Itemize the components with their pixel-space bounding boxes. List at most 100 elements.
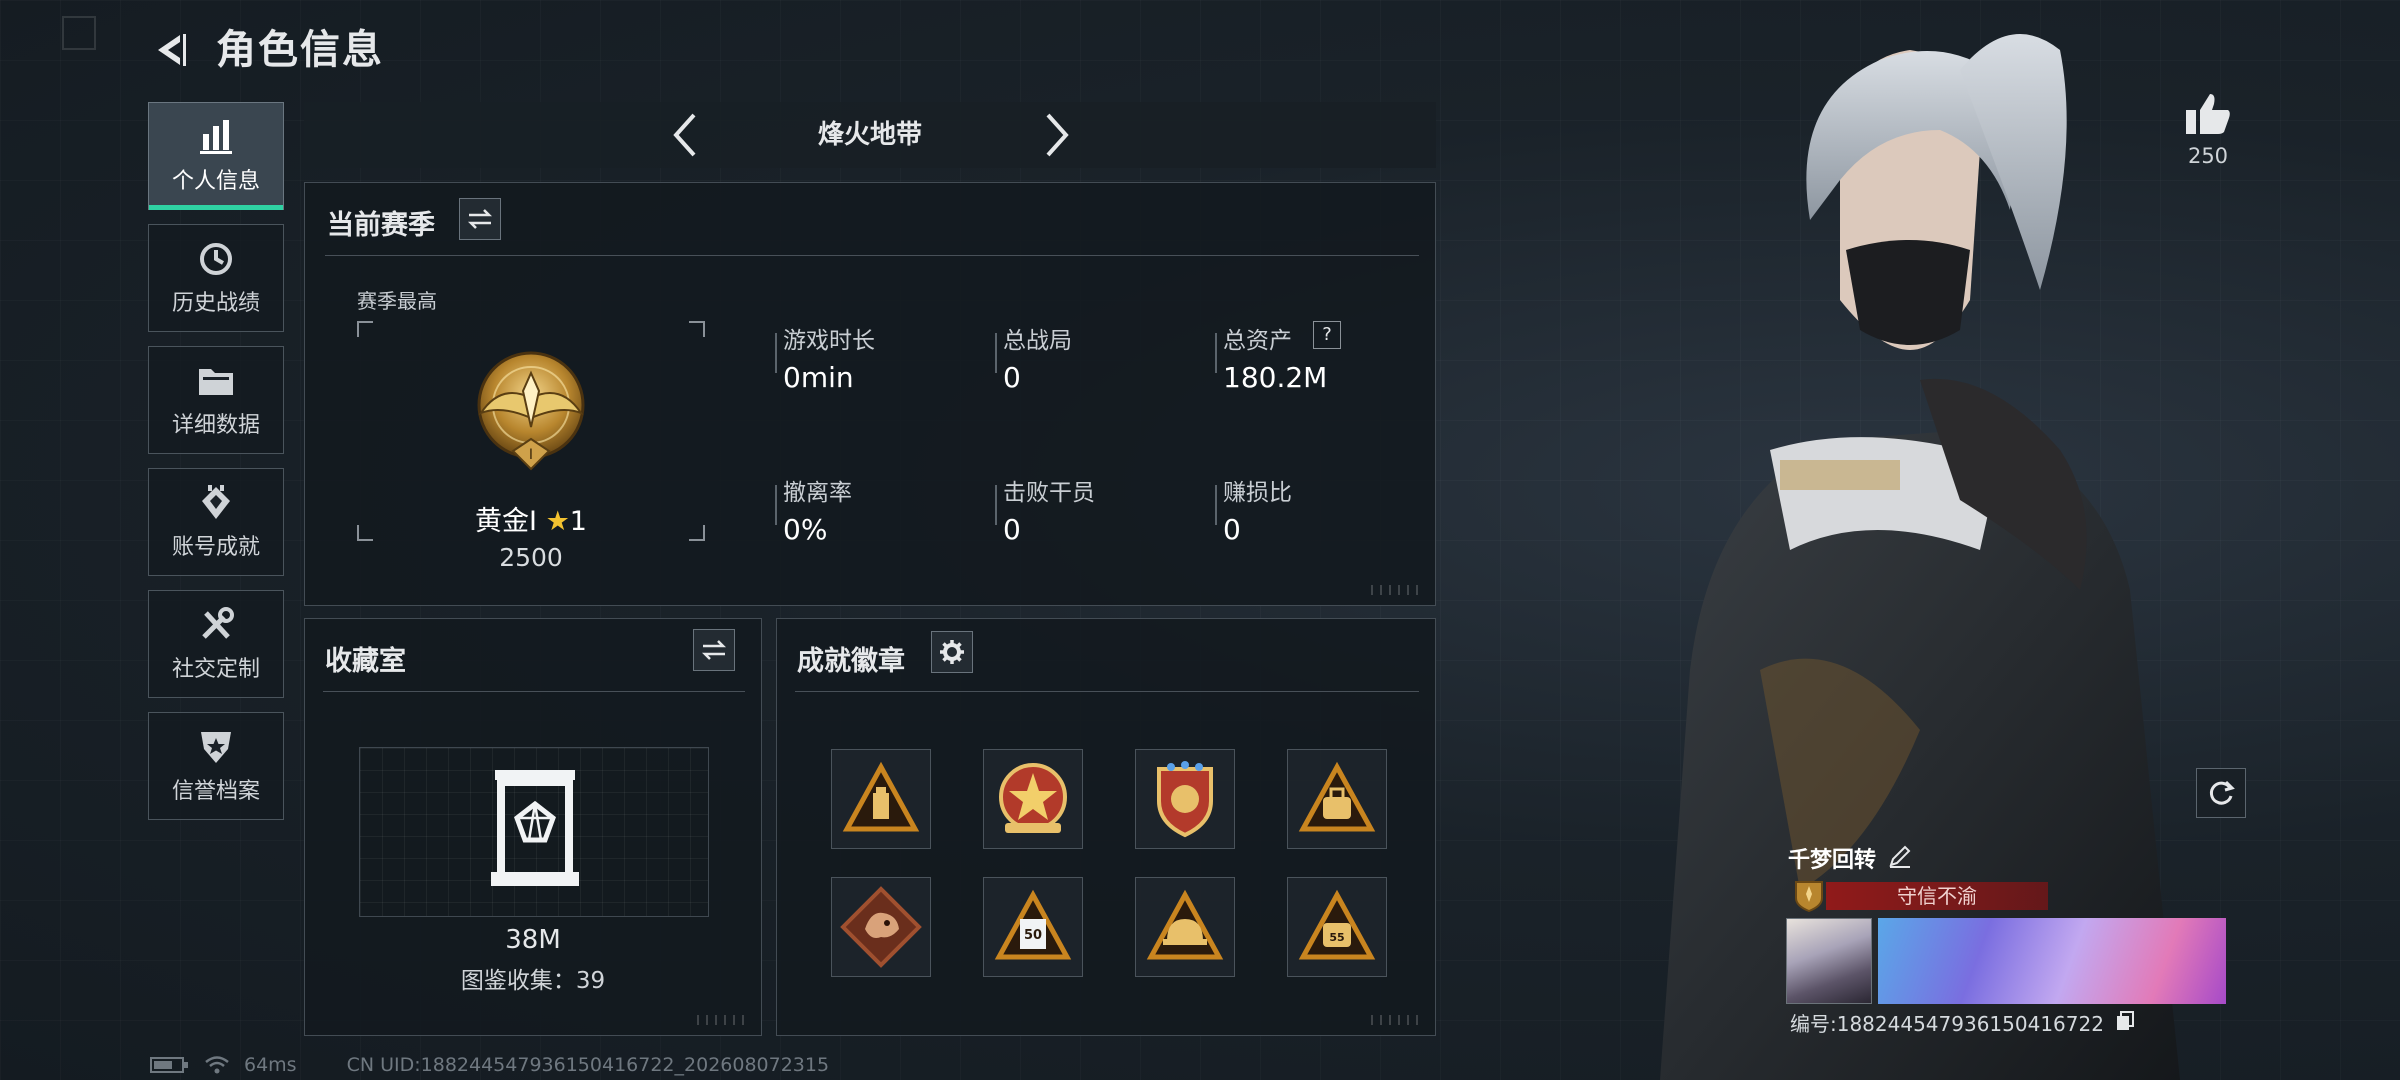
mode-name: 烽火地带 — [817, 120, 922, 150]
triangle-badge-icon — [842, 761, 920, 832]
stat-profit-ratio-value: 0 — [1223, 513, 1241, 546]
stat-kills-value: 0 — [1003, 513, 1021, 546]
swap-arrows-icon — [467, 209, 493, 229]
badge-slot[interactable] — [1135, 877, 1235, 977]
shield-badge-icon — [1157, 761, 1213, 838]
stat-extraction-rate-value: 0% — [783, 513, 828, 546]
sidebar-item-label: 详细数据 — [171, 413, 260, 438]
gold-rank-emblem-icon: I — [477, 351, 585, 471]
rank-frame: I 黄金I ★1 2500 — [357, 321, 705, 572]
triangle-helmet-badge-icon — [1146, 889, 1224, 960]
stat-bar — [995, 333, 997, 373]
badge-slot[interactable] — [831, 749, 931, 849]
collection-count: 图鉴收集：39 — [460, 968, 606, 994]
collection-title: 收藏室 — [325, 646, 406, 677]
mode-next-button[interactable] — [1030, 108, 1084, 162]
battery-icon — [150, 1057, 188, 1073]
sidebar-item-achievements[interactable]: 账号成就 — [148, 468, 284, 576]
collection-switch-button[interactable] — [693, 629, 735, 671]
star-emblem-badge-icon — [999, 763, 1067, 833]
badge-slot[interactable]: 50 — [983, 877, 1083, 977]
collection-panel: 收藏室 38M 图鉴收集：39 — [304, 618, 762, 1036]
triangle-bag-badge-icon — [1298, 761, 1376, 832]
like-button[interactable]: 250 — [2172, 92, 2244, 168]
tools-icon — [194, 605, 238, 645]
badge-slot[interactable] — [1287, 749, 1387, 849]
player-card-banner[interactable] — [1878, 918, 2226, 1004]
status-bar: 64ms CN UID:1882445479361504167​22_20260… — [150, 1052, 829, 1078]
stat-total-assets-value: 180.2M — [1223, 361, 1328, 394]
sidebar: 个人信息 历史战绩 详细数据 账号成就 社交定制 信誉档案 — [148, 102, 286, 834]
stat-profit-ratio-label: 赚损比 — [1223, 480, 1292, 506]
triangle-50-badge-icon: 50 — [994, 889, 1072, 960]
collection-value: 38M — [505, 925, 561, 955]
sidebar-item-label: 账号成就 — [171, 535, 260, 560]
stat-bar — [1215, 485, 1217, 525]
svg-text:50: 50 — [1024, 928, 1042, 943]
badge-slot[interactable] — [983, 749, 1083, 849]
refresh-icon — [2209, 780, 2235, 805]
back-button[interactable] — [140, 22, 200, 78]
back-arrow-icon — [158, 34, 186, 66]
stat-extraction-rate-label: 撤离率 — [783, 480, 852, 506]
assets-help-button[interactable]: ? — [1313, 321, 1341, 349]
rank-name: 黄金I — [475, 506, 537, 537]
sidebar-item-reputation[interactable]: 信誉档案 — [148, 712, 284, 820]
season-divider — [325, 255, 1419, 256]
rank-name-row: 黄金I ★1 — [357, 499, 705, 538]
rank-stars: 1 — [569, 506, 587, 537]
stat-kills-label: 击败干员 — [1003, 480, 1095, 506]
season-title: 当前赛季 — [327, 210, 435, 241]
badge-slot[interactable]: 55 — [1287, 877, 1387, 977]
player-uid: 编号:1882445479361504167​22 — [1790, 1012, 2104, 1036]
sidebar-item-label: 个人信息 — [171, 169, 260, 194]
svg-text:55: 55 — [1329, 931, 1344, 944]
corner-decoration — [62, 16, 96, 50]
dragon-diamond-badge-icon — [840, 886, 922, 968]
player-uid-row: 编号:1882445479361504167​22 — [1790, 1008, 2135, 1037]
player-name: 千梦回转 — [1788, 848, 1877, 873]
player-title-banner: 守信不渝 — [1826, 882, 2048, 910]
rotate-model-button[interactable] — [2196, 768, 2246, 818]
uid-footer: CN UID:1882445479361504167​22_2026080723… — [346, 1054, 830, 1076]
achievement-diamond-icon — [194, 483, 238, 523]
panel-deco — [697, 1015, 747, 1025]
sidebar-item-label: 社交定制 — [171, 657, 260, 682]
pencil-icon — [1889, 845, 1911, 868]
history-clock-icon — [194, 239, 238, 279]
gear-icon — [940, 640, 964, 664]
edit-name-button[interactable] — [1888, 844, 1912, 872]
collection-room-preview[interactable] — [359, 747, 709, 917]
rank-star-icon: ★ — [545, 506, 570, 537]
wifi-icon — [205, 1056, 229, 1074]
player-avatar[interactable] — [1786, 918, 1872, 1004]
badge-slot[interactable] — [831, 877, 931, 977]
badge-title: 成就徽章 — [797, 646, 905, 677]
copy-uid-button[interactable] — [2116, 1011, 2135, 1036]
player-name-row: 千梦回转 — [1788, 840, 1912, 876]
stat-bar — [775, 485, 777, 525]
stat-bar — [995, 485, 997, 525]
stat-bar — [1215, 333, 1217, 373]
player-card: 千梦回转 守信不渝 编号:1882445479361504167​22 — [1780, 838, 2248, 1038]
svg-text:I: I — [529, 447, 533, 463]
badge-slot[interactable] — [1135, 749, 1235, 849]
season-switch-button[interactable] — [459, 198, 501, 240]
stat-bar — [775, 333, 777, 373]
season-best-label: 赛季最高 — [357, 289, 437, 313]
sidebar-item-history[interactable]: 历史战绩 — [148, 224, 284, 332]
badge-divider — [795, 691, 1419, 692]
stat-total-matches-label: 总战局 — [1003, 328, 1072, 354]
display-case-icon — [491, 770, 579, 886]
collection-divider — [323, 691, 745, 692]
thumbs-up-icon — [2186, 94, 2230, 134]
stat-play-time-label: 游戏时长 — [783, 328, 875, 354]
panel-deco — [1371, 585, 1421, 595]
sidebar-item-detailed-data[interactable]: 详细数据 — [148, 346, 284, 454]
sidebar-item-social-custom[interactable]: 社交定制 — [148, 590, 284, 698]
sidebar-item-label: 历史战绩 — [171, 291, 260, 316]
sidebar-item-personal-info[interactable]: 个人信息 — [148, 102, 284, 210]
title-emblem-icon — [1795, 881, 1823, 912]
mode-selector: 烽火地带 — [304, 102, 1436, 168]
badge-settings-button[interactable] — [931, 631, 973, 673]
